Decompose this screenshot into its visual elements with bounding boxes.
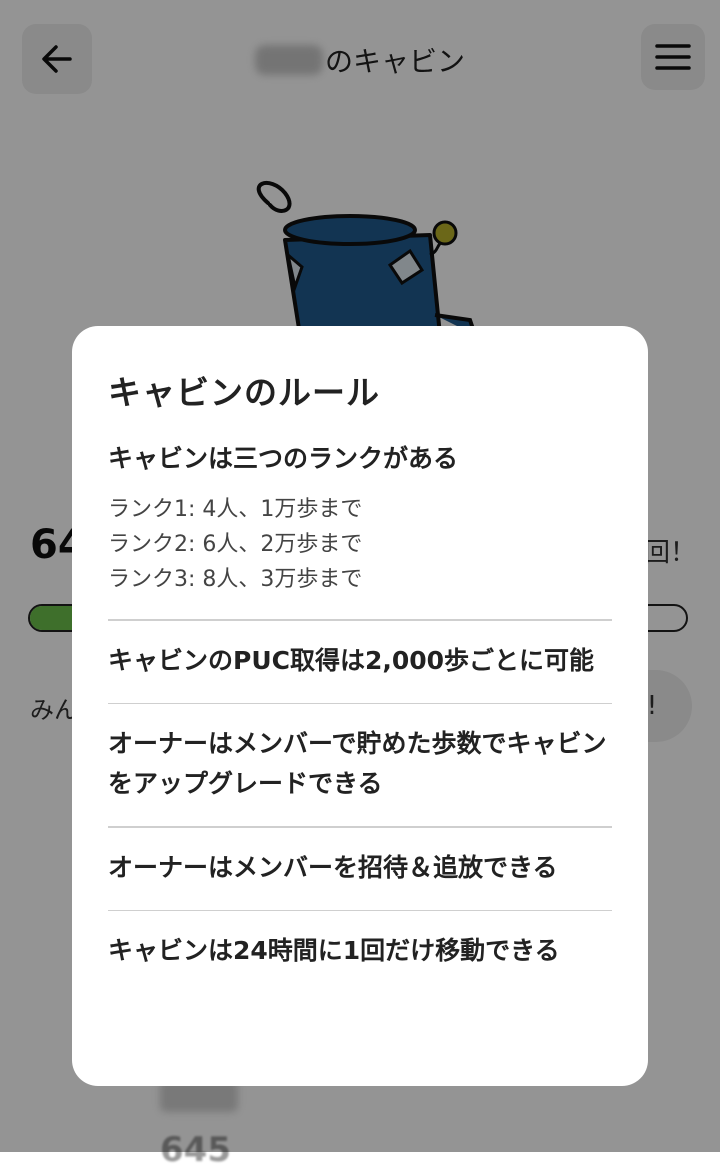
rule-puc: キャビンのPUC取得は2,000歩ごとに可能 xyxy=(108,645,595,675)
rank-item: ランク3: 8人、3万歩まで xyxy=(108,567,363,592)
cabin-rules-modal: キャビンのルール キャビンは三つのランクがある ランク1: 4人、1万歩まで ラ… xyxy=(72,326,648,1086)
rule-invite-kick: オーナーはメンバーを招待＆追放できる xyxy=(108,852,558,882)
rule-upgrade: オーナーはメンバーで貯めた歩数でキャビンをアップグレードできる xyxy=(108,729,607,798)
rank-item: ランク2: 6人、2万歩まで xyxy=(108,532,363,557)
divider xyxy=(108,619,612,621)
ranks-heading: キャビンは三つのランクがある xyxy=(108,444,459,473)
divider xyxy=(108,826,612,828)
modal-title: キャビンのルール xyxy=(108,373,380,412)
rank-list: ランク1: 4人、1万歩まで ランク2: 6人、2万歩まで ランク3: 8人、3… xyxy=(108,492,612,597)
divider xyxy=(108,909,612,911)
divider xyxy=(108,702,612,704)
rank-item: ランク1: 4人、1万歩まで xyxy=(108,497,363,522)
rule-move: キャビンは24時間に1回だけ移動できる xyxy=(108,936,560,965)
